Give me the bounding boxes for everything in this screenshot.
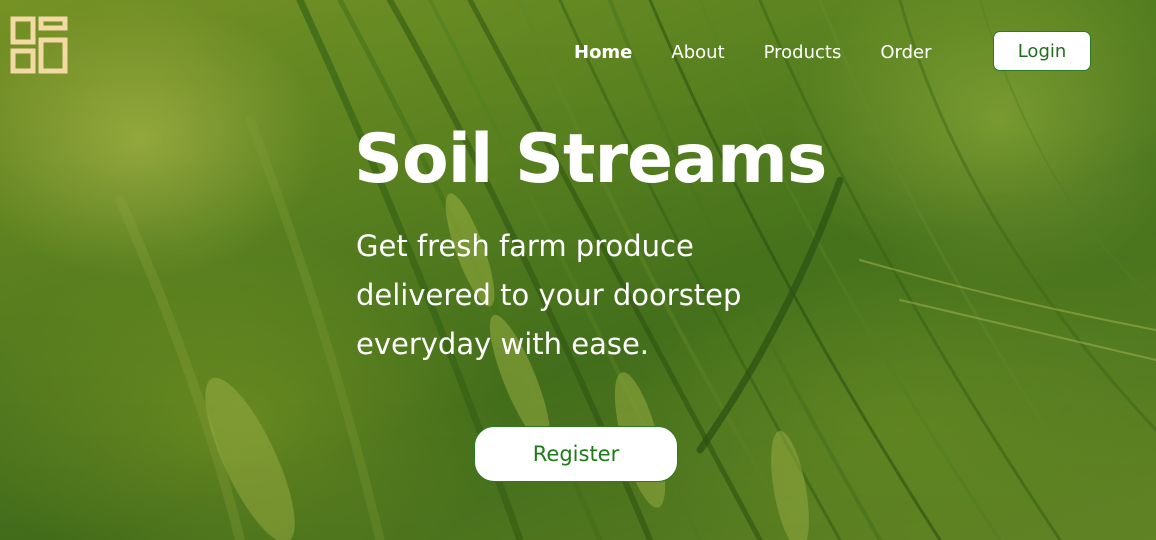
page-title: Soil Streams xyxy=(354,120,827,199)
login-button[interactable]: Login xyxy=(993,31,1091,71)
grid-squares-icon[interactable] xyxy=(10,16,68,74)
nav-link-order[interactable]: Order xyxy=(880,42,931,63)
register-button[interactable]: Register xyxy=(474,426,678,482)
hero-subtitle: Get fresh farm produce delivered to your… xyxy=(356,229,742,361)
main-nav: Home About Products Order xyxy=(574,38,971,66)
nav-link-about[interactable]: About xyxy=(671,42,724,63)
nav-link-home[interactable]: Home xyxy=(574,42,632,63)
nav-link-products[interactable]: Products xyxy=(764,42,842,63)
